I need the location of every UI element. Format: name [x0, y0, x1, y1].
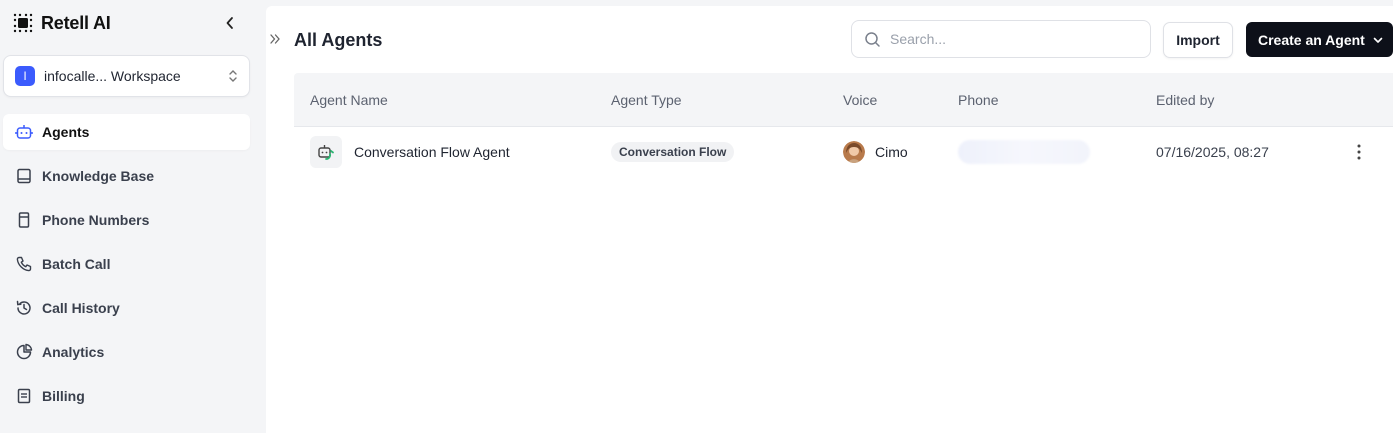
sidebar-item-label: Call History: [42, 300, 120, 316]
create-agent-button[interactable]: Create an Agent: [1246, 22, 1393, 57]
sidebar-item-label: Phone Numbers: [42, 212, 150, 228]
voice-cell: Cimo: [843, 141, 908, 163]
phone-device-icon: [15, 211, 33, 229]
collapse-sidebar-button[interactable]: [220, 12, 240, 34]
sidebar-item-knowledge-base[interactable]: Knowledge Base: [3, 158, 250, 194]
chevron-down-icon: [1373, 37, 1383, 43]
agent-name-cell[interactable]: Conversation Flow Agent: [310, 136, 510, 168]
edited-timestamp: 07/16/2025, 08:27: [1156, 144, 1269, 160]
flow-agent-icon: [318, 145, 334, 160]
search-icon: [865, 31, 880, 47]
column-header-phone[interactable]: Phone: [958, 92, 998, 108]
workspace-avatar: I: [15, 66, 35, 86]
bot-icon: [15, 123, 33, 141]
brand-name: Retell AI: [41, 12, 111, 33]
pie-chart-icon: [15, 343, 33, 361]
phone-icon: [15, 255, 33, 273]
voice-name: Cimo: [875, 144, 908, 160]
column-header-voice[interactable]: Voice: [843, 92, 877, 108]
search-input[interactable]: [890, 31, 1130, 47]
table-row[interactable]: Conversation Flow Agent Conversation Flo…: [294, 127, 1393, 177]
sidebar-item-batch-call[interactable]: Batch Call: [3, 246, 250, 282]
phone-number-redacted: [958, 140, 1090, 164]
create-agent-label: Create an Agent: [1258, 31, 1365, 48]
agents-table: Agent Name Agent Type Voice Phone Edited…: [294, 73, 1393, 177]
import-button[interactable]: Import: [1163, 22, 1233, 58]
sidebar-item-call-history[interactable]: Call History: [3, 290, 250, 326]
agent-avatar: [310, 136, 342, 168]
sidebar: Retell AI I infocalle... Workspace Agent…: [0, 0, 266, 433]
voice-avatar: [843, 141, 865, 163]
table-header: Agent Name Agent Type Voice Phone Edited…: [294, 73, 1393, 127]
chevron-left-icon: [226, 17, 233, 29]
search-box[interactable]: [851, 20, 1151, 58]
history-icon: [15, 299, 33, 317]
sidebar-item-analytics[interactable]: Analytics: [3, 334, 250, 370]
page-title: All Agents: [294, 30, 383, 50]
sidebar-item-label: Billing: [42, 388, 85, 404]
more-vertical-icon[interactable]: [1351, 142, 1367, 162]
phone-cell: [958, 140, 1090, 164]
main-panel: All Agents Import Create an Agent Agent …: [266, 6, 1393, 433]
book-icon: [15, 167, 33, 185]
column-header-agent-name[interactable]: Agent Name: [310, 92, 388, 108]
column-header-edited-by[interactable]: Edited by: [1156, 92, 1214, 108]
edited-by-cell: 07/16/2025, 08:27: [1156, 144, 1269, 160]
receipt-icon: [15, 387, 33, 405]
column-header-agent-type[interactable]: Agent Type: [611, 92, 682, 108]
chevron-up-down-icon: [229, 70, 237, 82]
sidebar-item-label: Knowledge Base: [42, 168, 155, 184]
sidebar-item-label: Analytics: [42, 344, 105, 360]
app-root: Retell AI I infocalle... Workspace Agent…: [0, 0, 1393, 433]
sidebar-item-agents[interactable]: Agents: [3, 114, 250, 150]
sidebar-item-label: Batch Call: [42, 256, 111, 272]
brand[interactable]: Retell AI: [13, 10, 111, 36]
agent-name: Conversation Flow Agent: [354, 144, 510, 160]
retell-logo-icon: [13, 13, 33, 33]
sidebar-item-phone-numbers[interactable]: Phone Numbers: [3, 202, 250, 238]
sidebar-nav: Agents Knowledge Base Phone Numbers Batc…: [3, 114, 250, 422]
sidebar-item-label: Agents: [42, 124, 90, 140]
sidebar-item-billing[interactable]: Billing: [3, 378, 250, 414]
workspace-name: infocalle... Workspace: [44, 68, 181, 84]
row-actions[interactable]: [1351, 142, 1367, 162]
workspace-selector[interactable]: I infocalle... Workspace: [3, 55, 250, 97]
agent-type-cell: Conversation Flow: [611, 142, 735, 162]
agent-type-badge: Conversation Flow: [611, 142, 735, 162]
double-chevron-right-icon[interactable]: [268, 32, 282, 46]
